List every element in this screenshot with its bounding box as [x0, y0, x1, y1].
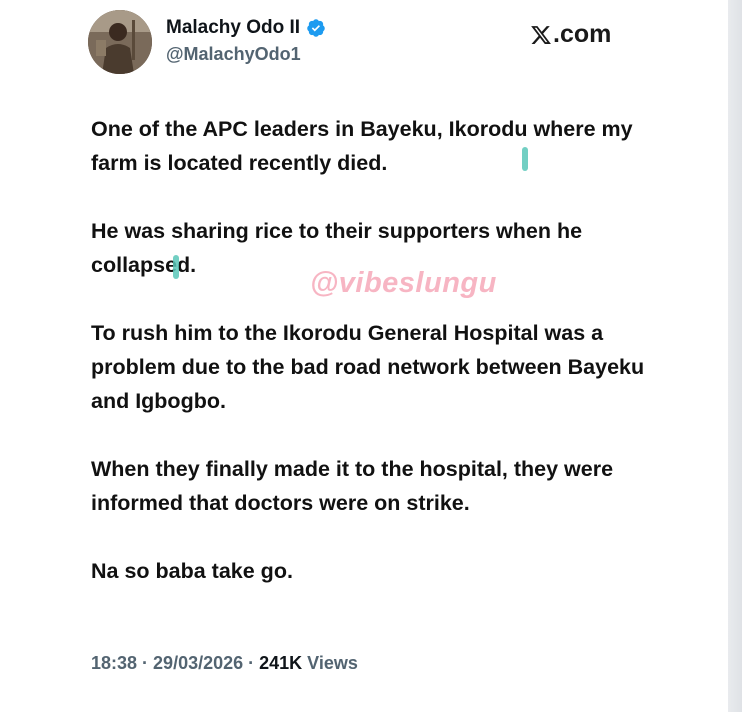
source-domain: .com: [553, 20, 612, 48]
meta-separator: ·: [248, 653, 255, 673]
tweet-card: Malachy Odo II @MalachyOdo1 .com One of …: [0, 0, 728, 712]
highlight-mark: [173, 255, 179, 279]
source-label: .com: [530, 20, 611, 49]
tweet-paragraph: To rush him to the Ikorodu General Hospi…: [91, 321, 645, 413]
highlight-mark: [522, 147, 528, 171]
tweet-paragraph: One of the APC leaders in Bayeku, Ikorod…: [91, 117, 633, 175]
tweet-meta: 18:38 · 29/03/2026 · 241K Views: [91, 653, 358, 674]
verified-badge-icon: [307, 19, 325, 37]
author-name-row: Malachy Odo II: [166, 16, 326, 40]
page-edge: [728, 0, 742, 712]
tweet-text: One of the APC leaders in Bayeku, Ikorod…: [91, 112, 651, 588]
watermark: @vibeslungu: [310, 267, 497, 299]
x-logo-icon: [531, 25, 551, 44]
views-label: Views: [307, 653, 358, 673]
views-count[interactable]: 241K: [259, 653, 302, 674]
avatar-photo-icon: [88, 10, 152, 74]
author-handle[interactable]: @MalachyOdo1: [166, 44, 301, 65]
tweet-paragraph: When they finally made it to the hospita…: [91, 457, 614, 515]
avatar[interactable]: [88, 10, 152, 74]
tweet-time[interactable]: 18:38: [91, 653, 137, 674]
author-name[interactable]: Malachy Odo II: [166, 17, 300, 39]
tweet-date[interactable]: 29/03/2026: [153, 653, 243, 674]
tweet-paragraph: Na so baba take go.: [91, 559, 293, 583]
meta-separator: ·: [142, 653, 149, 673]
